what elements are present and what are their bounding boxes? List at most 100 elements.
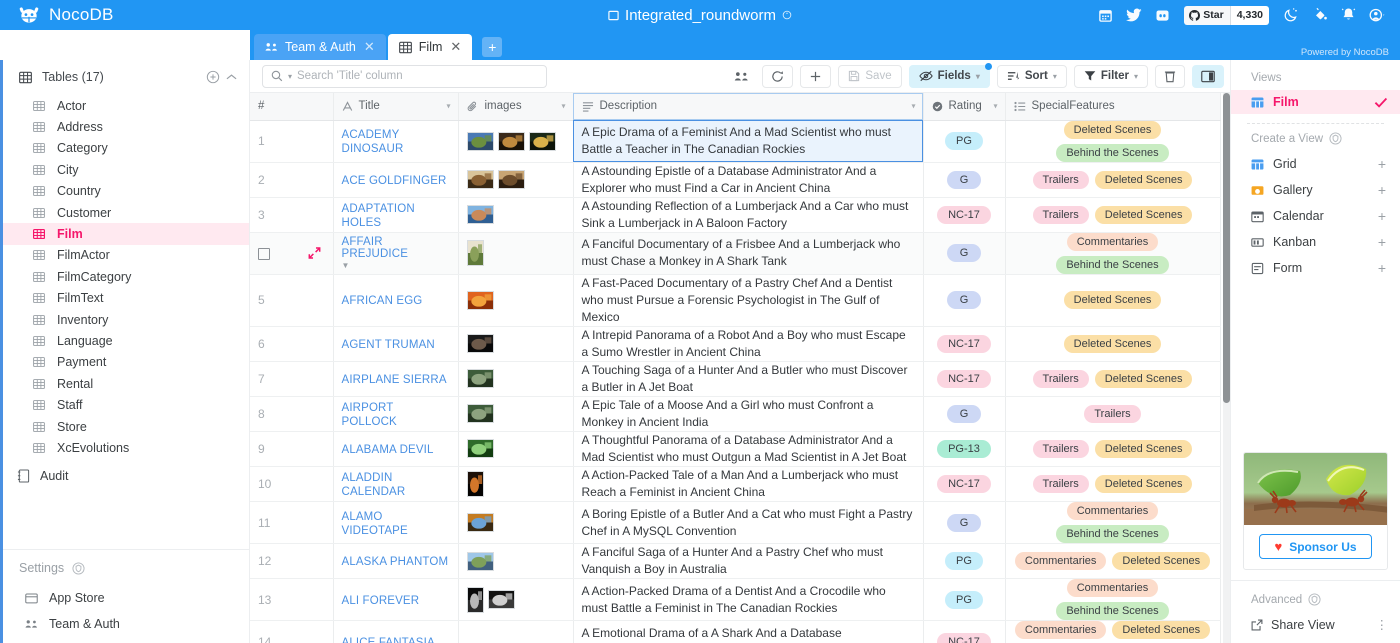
row-number-cell[interactable]: 5 — [250, 274, 334, 327]
table-row[interactable]: 8 AIRPORT POLLOCK A Epic Tale of a Moose A… — [250, 396, 1221, 432]
sidebar-table-address[interactable]: Address — [3, 116, 249, 137]
sidebar-table-category[interactable]: Category — [3, 138, 249, 159]
row-title[interactable]: AIRPLANE SIERRA — [342, 374, 447, 386]
description-cell[interactable]: A Action-Packed Tale of a Man And a Lumb… — [573, 466, 924, 503]
title-cell[interactable]: ALICE FANTASIA — [333, 620, 459, 643]
sidebar-table-actor[interactable]: Actor — [3, 95, 249, 116]
images-cell[interactable] — [458, 274, 574, 327]
title-cell[interactable]: ACE GOLDFINGER — [333, 162, 459, 198]
table-row[interactable]: 6 AGENT TRUMAN A Intrepid Panorama of a Ro… — [250, 326, 1221, 362]
sidebar-table-payment[interactable]: Payment — [3, 352, 249, 373]
description-cell[interactable]: A Fanciful Documentary of a Frisbee And … — [573, 232, 924, 275]
column-header-specialfeatures[interactable]: SpecialFeatures — [1005, 93, 1221, 121]
row-title[interactable]: ALI FOREVER — [342, 595, 420, 607]
special-features-cell[interactable]: Deleted Scenes — [1005, 326, 1221, 362]
row-title[interactable]: ALICE FANTASIA — [342, 637, 435, 643]
description-cell[interactable]: A Astounding Reflection of a Lumberjack … — [573, 197, 924, 233]
description-cell[interactable]: A Fanciful Saga of a Hunter And a Pastry… — [573, 543, 924, 580]
rating-cell[interactable]: NC-17 — [923, 361, 1006, 397]
description-cell[interactable]: A Emotional Drama of a A Shark And a Dat… — [573, 620, 924, 643]
title-cell[interactable]: AIRPORT POLLOCK — [333, 396, 459, 432]
title-cell[interactable]: ACADEMY DINOSAUR — [333, 120, 459, 163]
row-number-cell[interactable]: 12 — [250, 543, 334, 580]
row-number-cell[interactable]: 7 — [250, 361, 334, 397]
row-number-cell[interactable]: 10 — [250, 466, 334, 503]
column-header-rating[interactable]: Rating ▾ — [923, 93, 1006, 121]
description-cell[interactable]: A Boring Epistle of a Butler And a Cat w… — [573, 501, 924, 545]
share-view-item[interactable]: Share View ⋮ — [1231, 612, 1400, 637]
title-cell[interactable]: ALAMO VIDEOTAPE — [333, 501, 459, 545]
grid-scroll-region[interactable]: # Title ▾ images ▾ Description ▾ Rating … — [250, 93, 1223, 643]
title-cell[interactable]: ALADDIN CALENDAR — [333, 466, 459, 503]
row-title[interactable]: ADAPTATION HOLES — [342, 203, 415, 229]
github-star-button[interactable]: Star 4,330 — [1184, 5, 1269, 25]
row-number-cell[interactable]: 14 — [250, 620, 334, 643]
title-cell[interactable]: ALASKA PHANTOM — [333, 543, 459, 580]
sort-button[interactable]: Sort ▾ — [996, 64, 1067, 88]
special-features-cell[interactable]: CommentariesDeleted ScenesBehind the Sce… — [1005, 620, 1221, 643]
fields-button[interactable]: Fields ▾ — [908, 62, 992, 88]
title-cell[interactable]: AIRPLANE SIERRA — [333, 361, 459, 397]
special-features-cell[interactable]: Trailers Deleted Scenes — [1005, 431, 1221, 467]
attachment-thumbnail[interactable] — [466, 586, 484, 613]
special-features-cell[interactable]: Trailers Deleted Scenes — [1005, 466, 1221, 503]
title-cell[interactable]: ADAPTATION HOLES — [333, 197, 459, 233]
images-cell[interactable] — [458, 466, 574, 503]
create-view-calendar[interactable]: Calendar + — [1231, 203, 1400, 229]
title-cell[interactable]: AFFAIR PREJUDICE ▼ — [333, 232, 459, 275]
attachment-thumbnail[interactable] — [497, 170, 525, 190]
twitter-icon[interactable] — [1126, 8, 1142, 22]
column-header-description[interactable]: Description ▾ — [573, 93, 924, 121]
plus-icon[interactable]: + — [1378, 234, 1386, 250]
title-cell[interactable]: AFRICAN EGG — [333, 274, 459, 327]
images-cell[interactable] — [458, 543, 574, 580]
sidebar-table-xcevolutions[interactable]: XcEvolutions — [3, 437, 249, 458]
rating-cell[interactable]: NC-17 — [923, 197, 1006, 233]
attachment-thumbnail[interactable] — [466, 170, 494, 190]
sidebar-table-inventory[interactable]: Inventory — [3, 309, 249, 330]
table-row[interactable]: 7 AIRPLANE SIERRA A Touching Saga of a Hun… — [250, 361, 1221, 397]
brand[interactable]: NocoDB — [0, 5, 250, 25]
description-cell[interactable]: A Fast-Paced Documentary of a Pastry Che… — [573, 274, 924, 327]
close-icon[interactable]: ✕ — [450, 39, 461, 55]
add-tab-button[interactable]: + — [482, 37, 503, 57]
sidebar-table-rental[interactable]: Rental — [3, 373, 249, 394]
chevron-down-icon[interactable]: ▾ — [993, 102, 997, 111]
rating-cell[interactable]: PG — [923, 120, 1006, 163]
attachment-thumbnail[interactable] — [466, 205, 494, 225]
table-row[interactable]: 11 ALAMO VIDEOTAPE A Boring Epistle of a B… — [250, 501, 1221, 545]
description-cell[interactable]: A Epic Drama of a Feminist And a Mad Sci… — [573, 120, 924, 163]
images-cell[interactable] — [458, 326, 574, 362]
table-row[interactable]: 2 ACE GOLDFINGER A Astounding Epistle of a… — [250, 162, 1221, 198]
title-cell[interactable]: AGENT TRUMAN — [333, 326, 459, 362]
table-row[interactable]: 13 ALI FOREVER A Action-Packed Drama of a … — [250, 578, 1221, 622]
sidebar-table-customer[interactable]: Customer — [3, 202, 249, 223]
rating-cell[interactable]: G — [923, 232, 1006, 275]
row-title[interactable]: ALAMO VIDEOTAPE — [342, 511, 408, 537]
view-item-film[interactable]: Film — [1231, 90, 1400, 114]
description-cell[interactable]: A Action-Packed Drama of a Dentist And a… — [573, 578, 924, 622]
reload-button[interactable] — [762, 64, 794, 88]
description-cell[interactable]: A Epic Tale of a Moose And a Girl who mu… — [573, 396, 924, 432]
attachment-thumbnail[interactable] — [497, 131, 525, 151]
column-header-title[interactable]: Title ▾ — [333, 93, 459, 121]
table-row[interactable]: 3 ADAPTATION HOLES A Astounding Reflection… — [250, 197, 1221, 233]
title-cell[interactable]: ALI FOREVER — [333, 578, 459, 622]
row-height-button[interactable] — [1155, 64, 1185, 88]
special-features-cell[interactable]: Trailers Deleted Scenes — [1005, 197, 1221, 233]
table-row[interactable]: 1 ACADEMY DINOSAUR A Epic Drama of a Femin… — [250, 120, 1221, 163]
attachment-thumbnail[interactable] — [528, 131, 556, 151]
table-row[interactable]: 14 ALICE FANTASIA A Emotional Drama of a A… — [250, 620, 1221, 643]
rating-cell[interactable]: NC-17 — [923, 326, 1006, 362]
special-features-cell[interactable]: Deleted Scenes — [1005, 274, 1221, 327]
column-header-num[interactable]: # — [250, 93, 334, 121]
table-row[interactable]: 5 AFRICAN EGG A Fast-Paced Documentary of … — [250, 274, 1221, 327]
plus-icon[interactable]: + — [1378, 156, 1386, 172]
sidebar-table-city[interactable]: City — [3, 159, 249, 180]
images-cell[interactable] — [458, 361, 574, 397]
column-header-images[interactable]: images ▾ — [458, 93, 574, 121]
special-features-cell[interactable]: Trailers — [1005, 396, 1221, 432]
create-view-kanban[interactable]: Kanban + — [1231, 229, 1400, 255]
row-title[interactable]: ALADDIN CALENDAR — [342, 472, 406, 498]
row-number-cell[interactable]: 13 — [250, 578, 334, 622]
